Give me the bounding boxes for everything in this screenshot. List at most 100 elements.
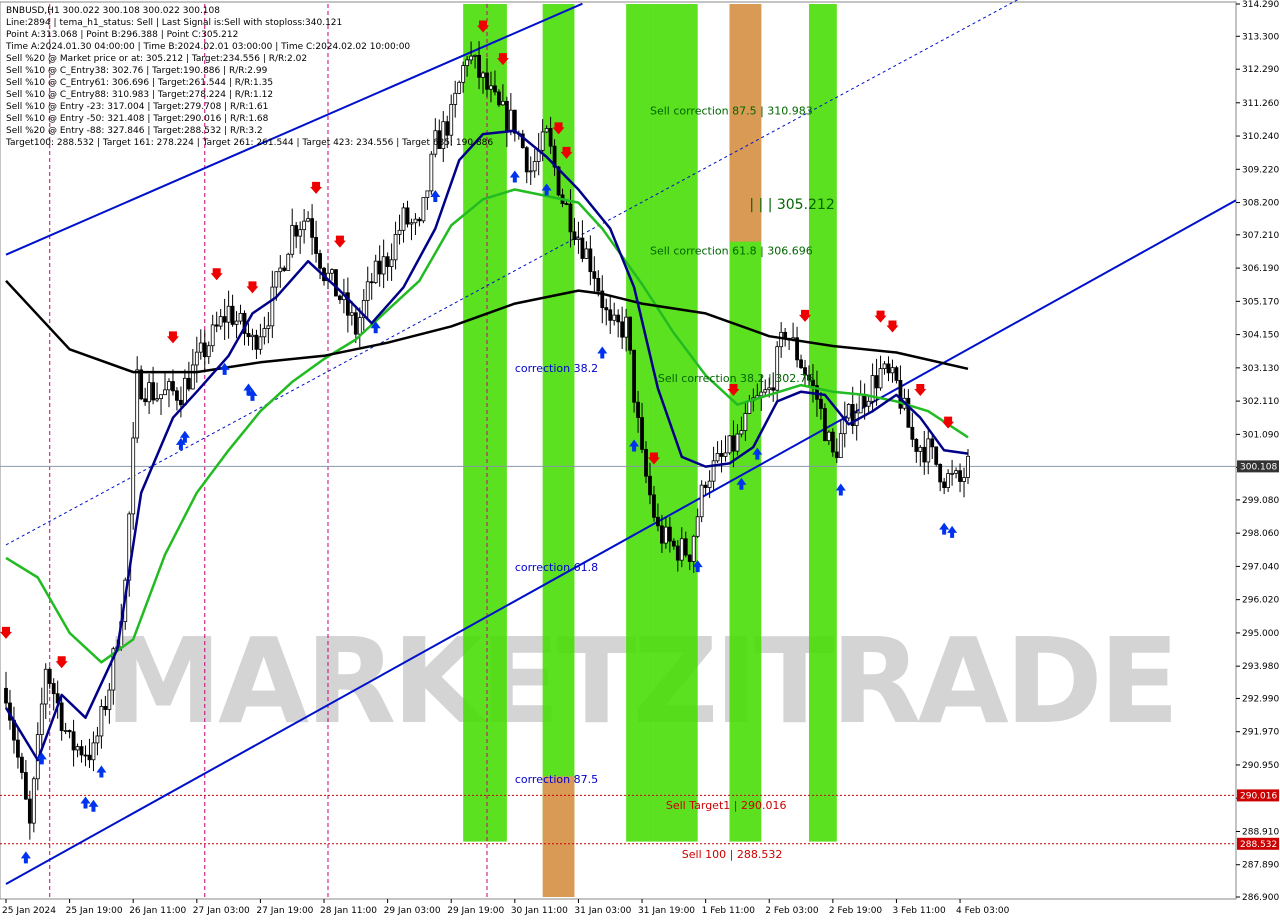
candle <box>596 277 601 292</box>
candle <box>421 197 426 222</box>
candle <box>485 72 489 90</box>
x-tick-label: 31 Jan 03:00 <box>574 906 631 916</box>
candle <box>648 475 652 496</box>
chart-annotation: | | | 305.212 <box>749 197 834 213</box>
y-tick-label: 303.130 <box>1242 364 1279 374</box>
y-tick-label: 297.040 <box>1242 562 1279 572</box>
candle <box>830 431 835 453</box>
candle <box>338 295 342 301</box>
candle <box>819 398 823 409</box>
x-tick-label: 26 Jan 11:00 <box>129 906 186 916</box>
candle <box>640 417 644 450</box>
candle <box>822 408 827 442</box>
candle <box>39 703 44 736</box>
candle <box>254 334 259 350</box>
candle <box>886 363 891 374</box>
candle <box>278 267 283 273</box>
candle <box>576 237 581 240</box>
y-tick-label: 301.090 <box>1242 430 1279 440</box>
candle <box>652 494 656 518</box>
green-band <box>808 4 837 842</box>
candle <box>493 85 497 93</box>
candle <box>763 389 768 393</box>
y-tick-label: 310.240 <box>1242 132 1279 142</box>
candle <box>938 463 943 483</box>
candle <box>477 54 481 78</box>
candle <box>405 207 410 225</box>
candle <box>501 100 505 106</box>
x-tick-label: 29 Jan 03:00 <box>384 906 441 916</box>
candle <box>222 316 227 323</box>
info-line: Sell %10 @ Entry -50: 321.408 | Target:2… <box>6 114 269 124</box>
candle <box>735 433 740 452</box>
candle <box>262 328 267 338</box>
y-tick-label: 314.290 <box>1242 0 1279 10</box>
candle <box>393 234 398 261</box>
candle <box>548 128 553 147</box>
candle <box>59 702 64 732</box>
candle <box>966 455 970 478</box>
candle <box>103 706 108 710</box>
candle <box>588 248 593 273</box>
candle <box>679 538 684 561</box>
x-tick-label: 30 Jan 11:00 <box>511 906 568 916</box>
candle <box>667 526 672 542</box>
candle <box>143 398 148 403</box>
price-chart[interactable]: MARKETZITRADESell correction 87.5 | 310.… <box>0 0 1280 920</box>
y-tick-label: 306.190 <box>1242 264 1279 274</box>
candle <box>23 772 28 800</box>
candle <box>246 333 251 338</box>
candle <box>616 314 621 323</box>
candle <box>365 281 370 301</box>
candle <box>27 798 32 824</box>
candle <box>942 481 947 488</box>
y-tick-label: 305.170 <box>1242 297 1279 307</box>
candle <box>71 731 76 751</box>
x-tick-label: 27 Jan 19:00 <box>256 906 313 916</box>
candle <box>171 381 175 392</box>
candle <box>699 484 704 518</box>
chart-window[interactable]: MARKETZITRADESell correction 87.5 | 310.… <box>0 0 1280 920</box>
candle <box>962 477 966 482</box>
candle <box>564 203 569 205</box>
candle <box>691 535 696 562</box>
candle <box>75 746 80 751</box>
candle <box>946 473 951 488</box>
candle <box>469 55 473 61</box>
candle <box>151 382 155 401</box>
green-band <box>463 4 507 842</box>
candle <box>429 153 434 192</box>
candle <box>663 526 668 544</box>
candle <box>135 369 140 439</box>
candle <box>286 253 291 271</box>
x-tick-label: 25 Jan 2024 <box>2 906 56 916</box>
candle <box>580 237 585 259</box>
candle <box>731 435 736 452</box>
candle <box>266 325 271 329</box>
candle <box>218 316 223 327</box>
candle <box>918 446 923 452</box>
candle <box>95 735 100 744</box>
chart-annotation: Sell correction 38.2 | 302.76 <box>658 372 814 385</box>
orange-band <box>542 776 575 897</box>
target-price-label: 288.532 <box>1240 840 1277 850</box>
y-tick-label: 307.210 <box>1242 231 1279 241</box>
candle <box>147 382 152 403</box>
info-line: Sell %10 @ C_Entry61: 306.696 | Target:2… <box>6 78 273 88</box>
candle <box>532 161 537 172</box>
candle <box>334 269 338 297</box>
info-line: Target100: 288.532 | Target 161: 278.224… <box>5 138 493 148</box>
candle <box>230 305 235 325</box>
x-tick-label: 3 Feb 11:00 <box>892 906 946 916</box>
candle <box>457 81 462 94</box>
y-tick-label: 302.110 <box>1242 397 1279 407</box>
current-price-label: 300.108 <box>1240 462 1277 472</box>
candle <box>604 307 609 311</box>
candle <box>298 229 303 237</box>
y-tick-label: 292.990 <box>1242 694 1279 704</box>
candle <box>302 220 307 231</box>
candle <box>314 236 318 254</box>
candle <box>934 446 939 465</box>
candle <box>954 470 958 474</box>
candle <box>182 377 187 406</box>
